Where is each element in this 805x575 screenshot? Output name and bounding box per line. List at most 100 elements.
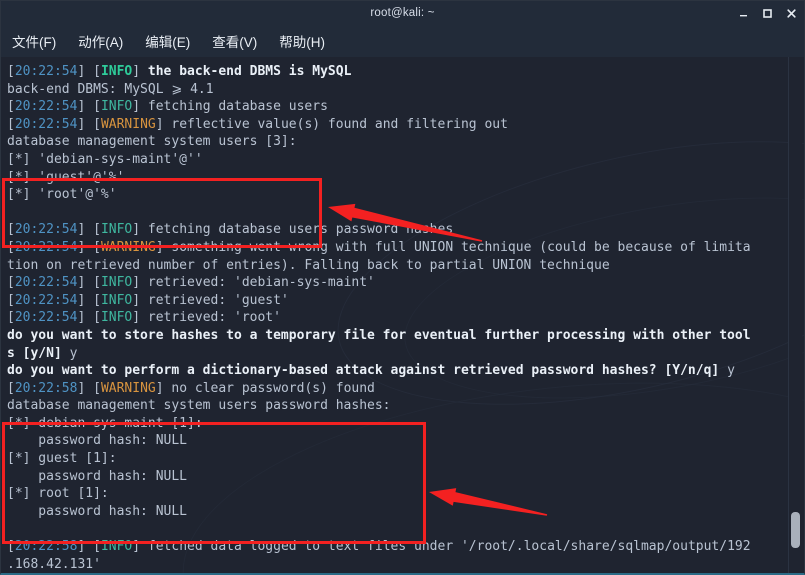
terminal-text-segment: INFO (100, 310, 133, 326)
terminal-text-segment: [ (7, 275, 15, 291)
terminal-text-segment: .168.42.131' (7, 556, 101, 572)
terminal-text-segment: [ (7, 310, 15, 326)
terminal-line: [*] root [1]: (7, 485, 804, 503)
terminal-line: [20:22:54] [INFO] the back-end DBMS is M… (7, 63, 804, 81)
terminal-line: password hash: NULL (7, 432, 804, 450)
terminal-text-segment: INFO (100, 539, 133, 555)
terminal-line: back-end DBMS: MySQL ⩾ 4.1 (7, 81, 804, 99)
terminal-text-segment: [ (7, 116, 15, 132)
terminal-text-segment: 20:22:54 (14, 310, 78, 326)
terminal-text-segment: [*] guest [1]: (7, 451, 117, 467)
terminal-text-segment: do you want to perform a dictionary-base… (7, 363, 728, 379)
title-bar[interactable]: root@kali: ~ (1, 1, 804, 26)
terminal-text-segment: ] [ (77, 292, 101, 308)
terminal-text-segment: 20:22:54 (14, 116, 78, 132)
menu-item-edit[interactable]: 编辑(E) (145, 31, 190, 51)
terminal-line: do you want to perform a dictionary-base… (7, 362, 804, 380)
menu-item-view[interactable]: 查看(V) (212, 31, 257, 51)
terminal-text-segment: ] [ (77, 275, 101, 291)
terminal-line: [20:22:54] [WARNING] something went wron… (7, 239, 804, 257)
terminal-text-segment: ] fetching database users (132, 99, 328, 115)
terminal-text-segment: [*] 'debian-sys-maint'@'' (7, 151, 203, 167)
terminal-text-segment: [*] root [1]: (7, 486, 109, 502)
terminal-text-segment: INFO (100, 275, 133, 291)
close-icon[interactable] (785, 7, 798, 20)
terminal-text-segment: INFO (100, 64, 133, 79)
scrollbar-thumb[interactable] (791, 512, 800, 548)
terminal-text-segment: [*] 'guest'@'%' (7, 169, 125, 185)
terminal-output[interactable]: [20:22:54] [INFO] the back-end DBMS is M… (1, 57, 804, 573)
terminal-line: [20:22:54] [INFO] retrieved: 'root' (7, 309, 804, 327)
terminal-text-segment: ] [ (77, 116, 101, 132)
terminal-text-segment: ] [ (77, 64, 101, 79)
terminal-text-segment: [*] 'root'@'%' (7, 187, 117, 203)
terminal-text-segment: [ (7, 380, 15, 396)
terminal-line: [*] 'guest'@'%' (7, 169, 804, 187)
terminal-text-segment: [ (7, 99, 15, 115)
terminal-text-segment: ] retrieved: 'guest' (132, 292, 289, 308)
terminal-line-list: [20:22:54] [INFO] the back-end DBMS is M… (7, 63, 804, 573)
maximize-icon[interactable] (761, 7, 774, 20)
terminal-text-segment: ] fetching database users password hashe… (132, 222, 454, 238)
terminal-text-segment: ] [ (77, 239, 101, 255)
menu-item-help[interactable]: 帮助(H) (279, 31, 325, 51)
terminal-line: .168.42.131' (7, 556, 804, 573)
terminal-window: root@kali: ~ 文件(F) 动作(A) 编辑(E) 查看(V) 帮助(… (0, 0, 805, 575)
terminal-line: [20:22:54] [INFO] fetching database user… (7, 98, 804, 116)
terminal-text-segment: ] [ (77, 539, 101, 555)
menu-item-file[interactable]: 文件(F) (12, 31, 56, 51)
terminal-text-segment: password hash: NULL (7, 433, 188, 449)
terminal-text-segment: back-end DBMS: MySQL ⩾ 4.1 (7, 81, 214, 97)
terminal-text-segment: ] no clear password(s) found (155, 380, 375, 396)
terminal-text-segment: password hash: NULL (7, 468, 188, 484)
terminal-text-segment: 20:22:54 (14, 99, 78, 115)
terminal-text-segment: y (727, 363, 735, 379)
terminal-text-segment: 20:22:54 (14, 222, 78, 238)
terminal-text-segment: y (69, 345, 78, 361)
terminal-text-segment: the back-end DBMS is MySQL (147, 64, 352, 79)
terminal-line: [*] 'root'@'%' (7, 186, 804, 204)
terminal-text-segment: 20:22:54 (14, 64, 78, 79)
terminal-line: [20:22:54] [INFO] retrieved: 'debian-sys… (7, 274, 804, 292)
terminal-line: [20:22:58] [INFO] fetched data logged to… (7, 538, 804, 556)
terminal-text-segment: ] fetched data logged to text files unde… (132, 539, 751, 555)
window-title: root@kali: ~ (370, 7, 435, 19)
terminal-line: do you want to store hashes to a tempora… (7, 327, 804, 345)
terminal-text-segment: INFO (100, 99, 133, 115)
terminal-text-segment: ] reflective value(s) found and filterin… (155, 116, 508, 132)
terminal-line: database management system users passwor… (7, 397, 804, 415)
terminal-text-segment: [ (7, 539, 15, 555)
terminal-text-segment: 20:22:58 (14, 539, 78, 555)
terminal-line: s [y/N] y (7, 345, 804, 363)
terminal-text-segment: [ (7, 239, 15, 255)
terminal-text-segment: 20:22:54 (14, 292, 78, 308)
terminal-line: database management system users [3]: (7, 133, 804, 151)
terminal-text-segment: do you want to store hashes to a tempora… (7, 327, 751, 343)
terminal-text-segment: ] retrieved: 'debian-sys-maint' (132, 275, 375, 291)
terminal-text-segment: [ (7, 222, 15, 238)
terminal-line: [20:22:54] [WARNING] reflective value(s)… (7, 116, 804, 134)
terminal-text-segment: ] [ (77, 222, 101, 238)
terminal-text-segment: database management system users [3]: (7, 134, 297, 150)
terminal-text-segment: tion on retrieved number of entries). Fa… (7, 257, 610, 273)
terminal-text-segment: ] [ (77, 380, 101, 396)
terminal-text-segment: INFO (100, 292, 133, 308)
terminal-text-segment: database management system users passwor… (7, 398, 391, 414)
terminal-text-segment: ] retrieved: 'root' (132, 310, 281, 326)
scrollbar-track[interactable] (788, 57, 802, 573)
terminal-text-segment: [*] debian-sys-maint [1]: (7, 415, 203, 431)
terminal-line: [*] debian-sys-maint [1]: (7, 415, 804, 433)
terminal-text-segment: ] [ (77, 99, 101, 115)
terminal-text-segment: [ (7, 64, 15, 79)
terminal-text-segment: WARNING (100, 116, 156, 132)
terminal-line: [20:22:58] [WARNING] no clear password(s… (7, 380, 804, 398)
terminal-line: password hash: NULL (7, 503, 804, 521)
terminal-text-segment: 20:22:58 (14, 380, 78, 396)
terminal-text-segment: password hash: NULL (7, 503, 188, 519)
terminal-text-segment: ] something went wrong with full UNION t… (155, 239, 751, 255)
minimize-icon[interactable] (737, 7, 750, 20)
terminal-text-segment: [ (7, 292, 15, 308)
menu-item-actions[interactable]: 动作(A) (78, 31, 123, 51)
terminal-text-segment: INFO (100, 222, 133, 238)
